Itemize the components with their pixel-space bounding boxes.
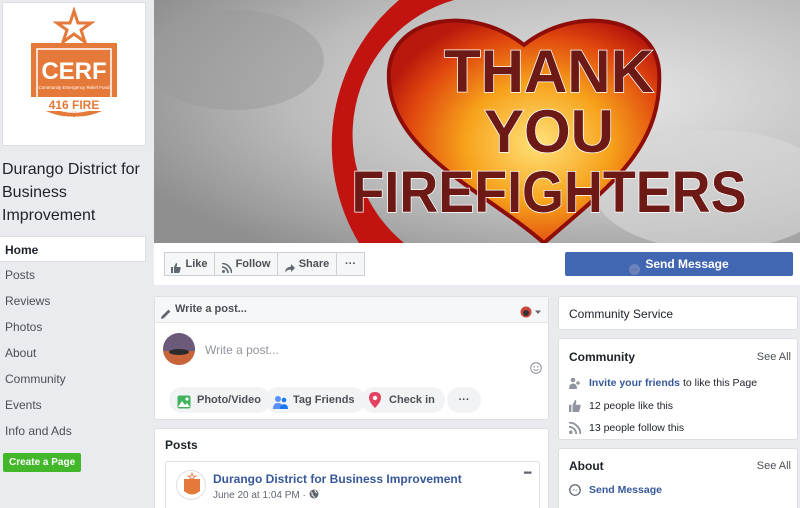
post-meta: June 20 at 1:04 PM · [213, 489, 319, 502]
messenger-icon [629, 259, 641, 276]
tag-friends-button[interactable]: Tag Friends [265, 387, 365, 413]
send-message-label: Send Message [645, 257, 729, 271]
photo-video-button[interactable]: Photo/Video [169, 387, 271, 413]
nav-item-events[interactable]: Events [0, 392, 146, 418]
cover-line-firefighters: FIREFIGHTERS [352, 160, 747, 225]
about-send-message-row: Send Message [569, 484, 662, 497]
invite-friends-icon [569, 377, 581, 390]
invite-friends-link[interactable]: Invite your friends [589, 377, 680, 389]
nav-item-community[interactable]: Community [0, 366, 146, 392]
nav-item-home[interactable]: Home [0, 236, 146, 262]
about-card: About See All Send Message [558, 448, 798, 508]
about-send-message-link[interactable]: Send Message [589, 484, 662, 496]
posts-section: Posts Durango District for Business Impr… [154, 428, 549, 508]
create-page-button[interactable]: Create a Page [3, 453, 82, 472]
invite-friends-row: Invite your friends to like this Page [569, 377, 758, 390]
cover-photo[interactable]: THANK YOU FIREFIGHTERS [154, 0, 800, 243]
community-title: Community [569, 350, 635, 364]
likes-count-row: 12 people like this [569, 400, 673, 413]
post-options-button[interactable]: ••• [523, 468, 531, 479]
nav-item-info-and-ads[interactable]: Info and Ads [0, 418, 146, 444]
rss-follow-icon [568, 421, 582, 435]
composer-input[interactable]: Write a post... [205, 343, 279, 357]
messenger-icon [569, 484, 581, 497]
tag-friends-label: Tag Friends [293, 394, 355, 406]
composer-tools: Photo/Video Tag Friends Check in ··· [165, 387, 538, 413]
share-label: Share [298, 258, 330, 270]
follow-button[interactable]: Follow [214, 252, 278, 276]
page-name: Durango District for Business Improvemen… [2, 161, 140, 224]
left-column: CERF Community Emergency Relief Fund 416… [0, 0, 148, 508]
check-in-label: Check in [389, 394, 435, 406]
cerf-logo: CERF Community Emergency Relief Fund 416… [3, 3, 145, 145]
thumbs-up-icon [569, 400, 581, 413]
like-button[interactable]: Like [164, 252, 215, 276]
logo-bottom-text: SW COLORADO [55, 116, 93, 122]
voice-avatar-dropdown-icon [520, 306, 541, 318]
cover-image: THANK YOU FIREFIGHTERS [154, 0, 800, 243]
composer-header-label: Write a post... [175, 303, 247, 315]
logo-cerf-text: CERF [41, 58, 106, 85]
about-title: About [569, 459, 604, 473]
thumbs-up-icon [171, 259, 182, 274]
share-button[interactable]: Share [277, 252, 337, 276]
more-actions-button[interactable]: ··· [336, 252, 365, 276]
check-in-button[interactable]: Check in [361, 387, 445, 413]
about-see-all-link[interactable]: See All [757, 460, 791, 472]
post-author-name[interactable]: Durango District for Business Improvemen… [213, 472, 462, 486]
cover-line-thank: THANK [444, 38, 654, 105]
likes-count[interactable]: 12 people like this [589, 400, 673, 412]
profile-picture[interactable]: CERF Community Emergency Relief Fund 416… [2, 2, 146, 146]
post-timestamp[interactable]: June 20 at 1:04 PM · [213, 490, 309, 501]
photo-icon [177, 393, 191, 419]
pencil-icon [161, 304, 171, 320]
more-composer-options[interactable]: ··· [447, 387, 481, 413]
page-voice-selector[interactable] [520, 303, 542, 328]
page-category[interactable]: Community Service [569, 307, 673, 321]
nav-item-about[interactable]: About [0, 340, 146, 366]
page-avatar [163, 333, 195, 365]
like-label: Like [185, 258, 208, 270]
share-arrow-icon [284, 259, 295, 273]
page-nav: Home Posts Reviews Photos About Communit… [0, 236, 146, 444]
page-category-card: Community Service [558, 296, 798, 330]
post-composer: Write a post... Write a post... Photo/Vi… [154, 296, 549, 420]
nav-item-posts[interactable]: Posts [0, 262, 146, 288]
follows-count-row: 13 people follow this [568, 421, 684, 435]
post-author-avatar[interactable] [176, 470, 206, 500]
posts-title: Posts [165, 438, 198, 452]
invite-friends-rest: to like this Page [680, 377, 758, 389]
logo-sub-text: Community Emergency Relief Fund [38, 85, 110, 90]
emoji-icon[interactable] [530, 362, 542, 377]
nav-item-reviews[interactable]: Reviews [0, 288, 146, 314]
nav-item-photos[interactable]: Photos [0, 314, 146, 340]
send-message-button[interactable]: Send Message [565, 252, 793, 276]
globe-icon[interactable] [309, 489, 319, 502]
tag-friends-icon [273, 393, 288, 419]
community-see-all-link[interactable]: See All [757, 351, 791, 363]
community-card: Community See All Invite your friends to… [558, 338, 798, 440]
post-card: Durango District for Business Improvemen… [165, 461, 540, 508]
page-action-bar: Like Follow Share ··· Send Message [154, 243, 800, 285]
photo-video-label: Photo/Video [197, 394, 261, 406]
follow-label: Follow [235, 258, 271, 270]
rss-follow-icon [221, 259, 232, 274]
follows-count[interactable]: 13 people follow this [589, 422, 684, 434]
composer-header[interactable]: Write a post... [155, 297, 548, 323]
location-pin-icon [369, 392, 381, 418]
cover-line-you: YOU [484, 98, 614, 165]
logo-band-text: 416 FIRE [49, 98, 100, 112]
